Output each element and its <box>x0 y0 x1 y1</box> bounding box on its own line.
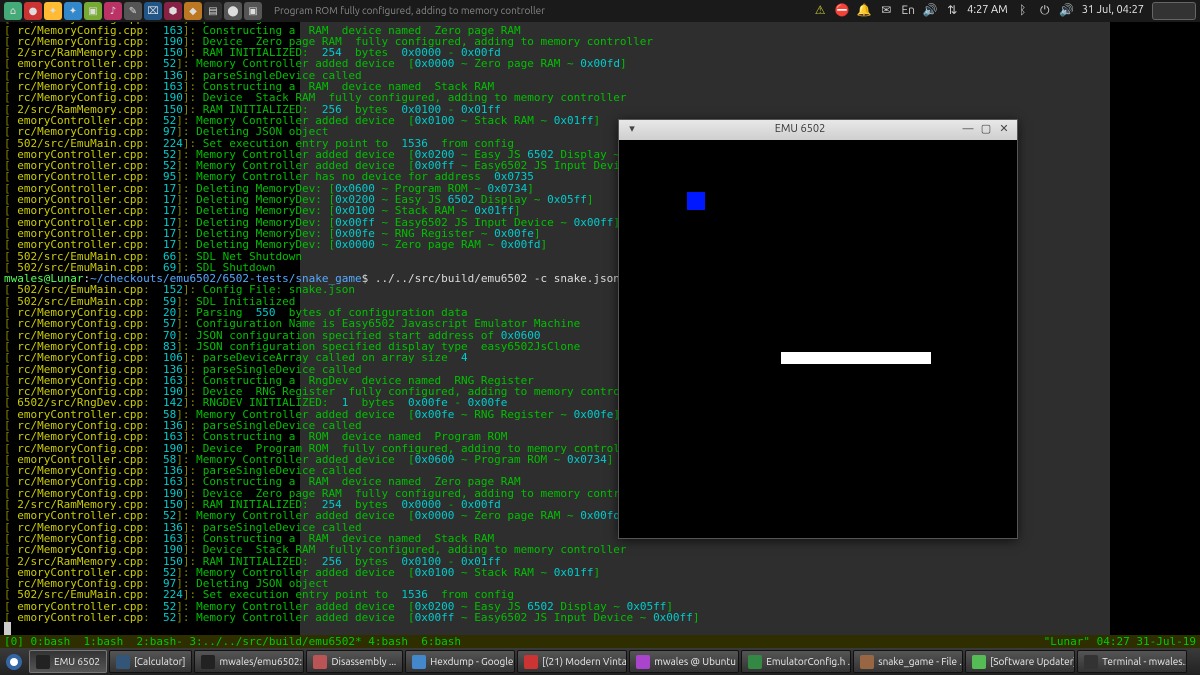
taskbar-item-icon <box>860 655 874 669</box>
maximize-button[interactable]: ▢ <box>979 123 993 137</box>
taskbar-item[interactable]: [Calculator] <box>109 650 193 673</box>
launcher-icon[interactable]: ⬢ <box>164 2 182 20</box>
emu6502-window[interactable]: ▾ EMU 6502 — ▢ ✕ <box>618 119 1018 539</box>
launcher-icon[interactable]: ⬤ <box>224 2 242 20</box>
panel-app-launchers: ⌂ ● ✦ ✦ ▣ ♪ ✎ ⌧ ⬢ ◆ ▤ ⬤ ▣ Program ROM fu… <box>4 2 545 20</box>
taskbar-item[interactable]: EMU 6502 <box>29 650 107 673</box>
taskbar-item-icon <box>201 655 215 669</box>
minimize-button[interactable]: — <box>961 123 975 137</box>
snake-body <box>781 352 931 364</box>
taskbar-item[interactable]: EmulatorConfig.h ... <box>741 650 851 673</box>
window-title: EMU 6502 <box>641 124 959 135</box>
active-window-title: Program ROM fully configured, adding to … <box>274 5 545 16</box>
snake-food-pixel <box>687 192 705 210</box>
taskbar-item[interactable]: [(21) Modern Vinta... <box>517 650 627 673</box>
mail-icon[interactable]: ✉ <box>879 4 893 18</box>
vpn-icon[interactable]: ⏻ <box>1038 4 1052 18</box>
taskbar-item-label: EMU 6502 <box>54 656 100 667</box>
taskbar-item-icon <box>313 655 327 669</box>
start-menu-button[interactable] <box>0 648 28 675</box>
taskbar-item-label: [(21) Modern Vinta... <box>542 656 627 667</box>
notification-icon[interactable]: 🔔 <box>857 4 871 18</box>
stop-icon[interactable]: ⛔ <box>835 4 849 18</box>
taskbar-item-label: [Software Updater] <box>990 656 1075 667</box>
taskbar-item-icon <box>1084 655 1098 669</box>
taskbar-item-label: Disassembly ... <box>331 656 396 667</box>
taskbar-item-label: Hexdump - Google ... <box>430 656 515 667</box>
launcher-icon[interactable]: ▣ <box>84 2 102 20</box>
taskbar-item-label: EmulatorConfig.h ... <box>766 656 851 667</box>
taskbar-item-icon <box>636 655 650 669</box>
taskbar-item[interactable]: snake_game - File ... <box>853 650 963 673</box>
launcher-icon[interactable]: ◆ <box>184 2 202 20</box>
launcher-icon[interactable]: ✦ <box>64 2 82 20</box>
taskbar-item[interactable]: Hexdump - Google ... <box>405 650 515 673</box>
tmux-status-right: "Lunar" 04:27 31-Jul-19 <box>1044 636 1196 647</box>
taskbar-item-label: mwales @ Ubuntu ... <box>654 656 739 667</box>
clock[interactable]: 4:27 AM <box>967 5 1008 16</box>
launcher-icon[interactable]: ✦ <box>44 2 62 20</box>
taskbar-item-label: snake_game - File ... <box>878 656 963 667</box>
language-indicator[interactable]: En <box>901 4 915 18</box>
window-menu-icon[interactable]: ▾ <box>625 123 639 137</box>
launcher-icon[interactable]: ⌂ <box>4 2 22 20</box>
taskbar-item-icon <box>972 655 986 669</box>
close-button[interactable]: ✕ <box>997 123 1011 137</box>
launcher-icon[interactable]: ♪ <box>104 2 122 20</box>
launcher-icon[interactable]: ⌧ <box>144 2 162 20</box>
tmux-status-bar: [0] 0:bash 1:bash 2:bash- 3:../../src/bu… <box>0 635 1200 648</box>
taskbar-item[interactable]: Disassembly ... <box>306 650 403 673</box>
taskbar-item[interactable]: Terminal - mwales... <box>1077 650 1187 673</box>
taskbar-item-icon <box>36 655 50 669</box>
terminal-output[interactable]: [ emoryController.cpp: 58]: Memory Contr… <box>0 0 1200 648</box>
terminal-line: [ emoryController.cpp: 52]: Memory Contr… <box>4 612 1196 623</box>
volume-icon[interactable]: 🔊 <box>923 4 937 18</box>
taskbar-item-icon <box>116 655 130 669</box>
date-indicator[interactable]: 31 Jul, 04:27 <box>1082 5 1144 16</box>
launcher-icon[interactable]: ✎ <box>124 2 142 20</box>
taskbar-item-label: [Calculator] <box>134 656 186 667</box>
taskbar: EMU 6502 [Calculator] mwales/emu6502: ... D… <box>0 648 1200 675</box>
warning-icon[interactable]: ⚠ <box>813 4 827 18</box>
launcher-icon[interactable]: ▤ <box>204 2 222 20</box>
taskbar-item-icon <box>524 655 538 669</box>
taskbar-item[interactable]: mwales @ Ubuntu ... <box>629 650 739 673</box>
top-panel: ⌂ ● ✦ ✦ ▣ ♪ ✎ ⌧ ⬢ ◆ ▤ ⬤ ▣ Program ROM fu… <box>0 0 1200 22</box>
taskbar-item-label: mwales/emu6502: ... <box>219 656 304 667</box>
network-icon[interactable]: ⇅ <box>945 4 959 18</box>
taskbar-item[interactable]: mwales/emu6502: ... <box>194 650 304 673</box>
launcher-icon[interactable]: ▣ <box>244 2 262 20</box>
volume-icon[interactable]: 🔊 <box>1060 4 1074 18</box>
taskbar-item-icon <box>748 655 762 669</box>
launcher-icon[interactable]: ● <box>24 2 42 20</box>
system-tray: ⚠ ⛔ 🔔 ✉ En 🔊 ⇅ 4:27 AM ᛒ ⏻ 🔊 31 Jul, 04:… <box>813 2 1196 20</box>
tmux-windows-list[interactable]: [0] 0:bash 1:bash 2:bash- 3:../../src/bu… <box>4 636 461 647</box>
taskbar-item-icon <box>412 655 426 669</box>
terminal-cursor <box>4 623 1196 634</box>
emulator-display[interactable] <box>619 140 1017 538</box>
workspace-switcher[interactable] <box>1152 2 1196 20</box>
bluetooth-icon[interactable]: ᛒ <box>1016 4 1030 18</box>
window-titlebar[interactable]: ▾ EMU 6502 — ▢ ✕ <box>619 120 1017 140</box>
taskbar-item-label: Terminal - mwales... <box>1102 656 1187 667</box>
taskbar-item[interactable]: [Software Updater] <box>965 650 1075 673</box>
